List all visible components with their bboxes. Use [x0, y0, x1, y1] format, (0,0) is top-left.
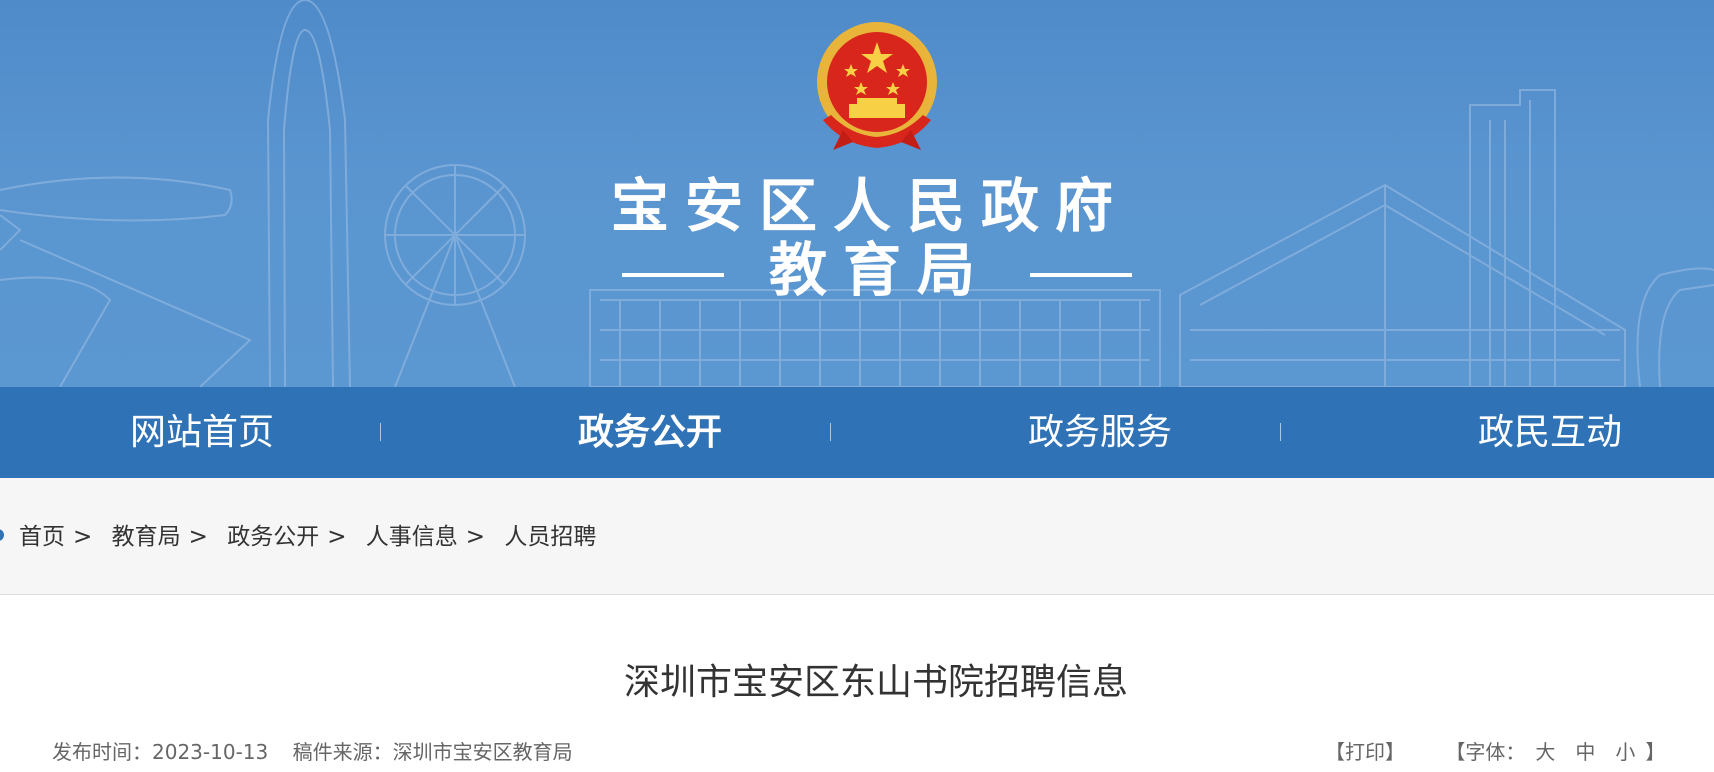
publish-label: 发布时间： — [52, 740, 152, 764]
title-left-rule — [622, 273, 724, 277]
header-banner: 宝安区人民政府 教育局 — [0, 0, 1714, 387]
national-emblem-icon — [817, 22, 937, 150]
nav-separator — [1280, 423, 1281, 441]
main-nav: 网站首页 政务公开 政务服务 政民互动 — [0, 387, 1714, 478]
breadcrumb-education-bureau[interactable]: 教育局 — [112, 520, 181, 554]
nav-item-gov-affairs[interactable]: 政务公开 — [500, 387, 800, 478]
breadcrumb-gov-affairs[interactable]: 政务公开 — [227, 520, 319, 554]
breadcrumb-separator: > — [465, 524, 486, 550]
breadcrumb-separator: > — [188, 524, 208, 550]
print-button[interactable]: 【打印】 — [1325, 738, 1405, 766]
title-right-rule — [1030, 273, 1132, 277]
breadcrumb-separator: > — [73, 524, 93, 550]
nav-item-gov-services[interactable]: 政务服务 — [950, 387, 1250, 478]
font-medium-button[interactable]: 中 — [1575, 738, 1595, 766]
article-title: 深圳市宝安区东山书院招聘信息 — [623, 662, 1128, 703]
breadcrumb-personnel-info[interactable]: 人事信息 — [366, 520, 458, 554]
nav-item-interaction[interactable]: 政民互动 — [1400, 387, 1700, 478]
breadcrumb-home[interactable]: 首页 — [19, 520, 65, 554]
font-size-label: 【字体： — [1445, 740, 1526, 764]
publish-date: 2023-10-13 — [152, 740, 269, 764]
nav-separator — [380, 423, 381, 441]
nav-item-home[interactable]: 网站首页 — [52, 387, 352, 478]
font-small-button[interactable]: 小 — [1615, 738, 1635, 766]
nav-separator — [830, 423, 831, 441]
article-meta: 发布时间：2023-10-13 稿件来源：深圳市宝安区教育局 — [52, 738, 573, 766]
source-label: 稿件来源： — [292, 740, 393, 764]
breadcrumb: 首页 > 教育局 > 政务公开 > 人事信息 > 人员招聘 — [19, 520, 596, 554]
dept-name: 教育局 — [768, 236, 991, 304]
article-tools: 【打印】 【字体： 大中小】 — [1325, 738, 1665, 766]
breadcrumb-recruitment[interactable]: 人员招聘 — [504, 520, 596, 554]
breadcrumb-separator: > — [327, 524, 347, 550]
source-value: 深圳市宝安区教育局 — [392, 740, 573, 764]
font-large-button[interactable]: 大 — [1535, 738, 1555, 766]
org-name: 宝安区人民政府 — [610, 172, 1129, 240]
font-size-label-close: 】 — [1645, 740, 1666, 764]
